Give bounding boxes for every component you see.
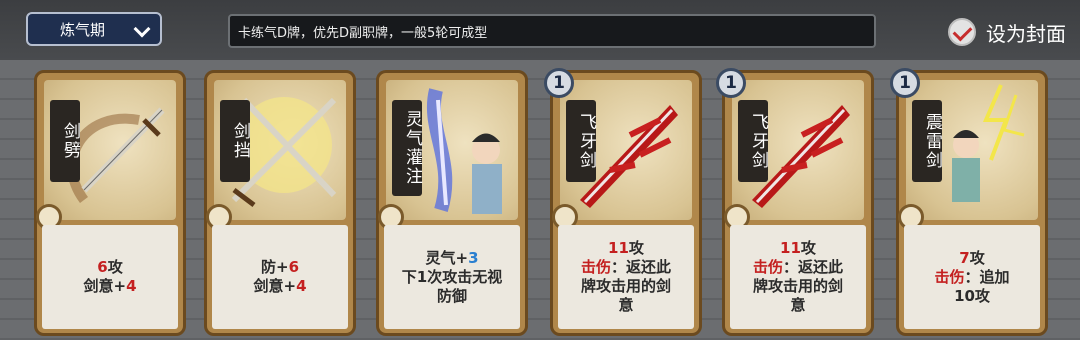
sword-intent-label: 剑意+ [83, 277, 127, 295]
card-name: 灵气灌注 [392, 100, 422, 196]
effect-line: 防御 [436, 286, 467, 305]
card-qi-infusion[interactable]: 灵气灌注 灵气+3 下1次攻击无视 防御 [376, 70, 528, 336]
qi-value: 3 [468, 248, 479, 267]
level-badge: 1 [890, 68, 920, 98]
card-effect: 防+6 剑意+4 [212, 225, 348, 329]
chevron-down-icon [133, 20, 151, 38]
effect-line: 意 [790, 296, 806, 314]
card-flying-fang-sword[interactable]: 飞牙剑 1 11攻 击伤：返还此 牌攻击用的剑 意 [716, 68, 874, 336]
effect-line: 牌攻击用的剑 [580, 277, 671, 295]
card-flying-fang-sword[interactable]: 飞牙剑 1 11攻 击伤：返还此 牌攻击用的剑 意 [544, 68, 702, 336]
header-bar: 炼气期 卡练气D牌，优先D副职牌，一般5轮可成型 设为封面 [0, 0, 1080, 60]
attack-unit: 攻 [800, 239, 816, 257]
card-effect: 灵气+3 下1次攻击无视 防御 [384, 225, 520, 329]
deck-note-text: 卡练气D牌，优先D副职牌，一般5轮可成型 [238, 25, 488, 41]
attack-value: 11 [608, 239, 629, 257]
sword-intent-value: 4 [126, 277, 137, 295]
card-effect: 11攻 击伤：返还此 牌攻击用的剑 意 [558, 225, 694, 329]
effect-text: ：返还此 [611, 258, 672, 276]
keyword-wound: 击伤 [934, 267, 965, 286]
defense-label: 防+ [260, 258, 289, 276]
card-effect: 11攻 击伤：返还此 牌攻击用的剑 意 [730, 225, 866, 329]
qi-label: 灵气+ [425, 248, 469, 267]
attack-value: 6 [97, 258, 108, 276]
card-sword-block[interactable]: 剑挡 防+6 剑意+4 [204, 70, 356, 336]
check-icon [948, 18, 976, 46]
attack-unit: 攻 [628, 239, 644, 257]
deck-note-input[interactable]: 卡练气D牌，优先D副职牌，一般5轮可成型 [228, 14, 876, 48]
effect-text: ：追加 [964, 267, 1010, 286]
set-as-cover-toggle[interactable]: 设为封面 [948, 14, 1080, 50]
level-badge: 1 [544, 68, 574, 98]
card-effect: 6攻 剑意+4 [42, 225, 178, 329]
card-effect: 7攻 击伤：追加 10攻 [904, 225, 1040, 329]
card-name: 飞牙剑 [566, 100, 596, 182]
attack-value: 11 [780, 239, 801, 257]
sword-intent-label: 剑意+ [253, 277, 297, 295]
effect-line: 下1次攻击无视 [401, 267, 503, 286]
sword-intent-value: 4 [296, 277, 307, 295]
effect-line: 牌攻击用的剑 [752, 277, 843, 295]
card-name: 飞牙剑 [738, 100, 768, 182]
card-name: 剑劈 [50, 100, 80, 182]
card-thunder-sword[interactable]: 震雷剑 1 7攻 击伤：追加 10攻 [890, 68, 1048, 336]
attack-value: 7 [959, 248, 970, 267]
effect-line: 10攻 [954, 286, 990, 305]
realm-dropdown[interactable]: 炼气期 [26, 12, 162, 46]
defense-value: 6 [288, 258, 299, 276]
realm-label: 炼气期 [60, 20, 106, 39]
keyword-wound: 击伤 [580, 258, 611, 276]
keyword-wound: 击伤 [752, 258, 783, 276]
set-as-cover-label: 设为封面 [986, 21, 1066, 46]
attack-unit: 攻 [969, 248, 985, 267]
card-name: 剑挡 [220, 100, 250, 182]
card-name: 震雷剑 [912, 100, 942, 182]
level-badge: 1 [716, 68, 746, 98]
card-sword-chop[interactable]: 剑劈 6攻 剑意+4 [34, 70, 186, 336]
effect-text: ：返还此 [783, 258, 844, 276]
effect-line: 意 [618, 296, 634, 314]
attack-unit: 攻 [107, 258, 123, 276]
